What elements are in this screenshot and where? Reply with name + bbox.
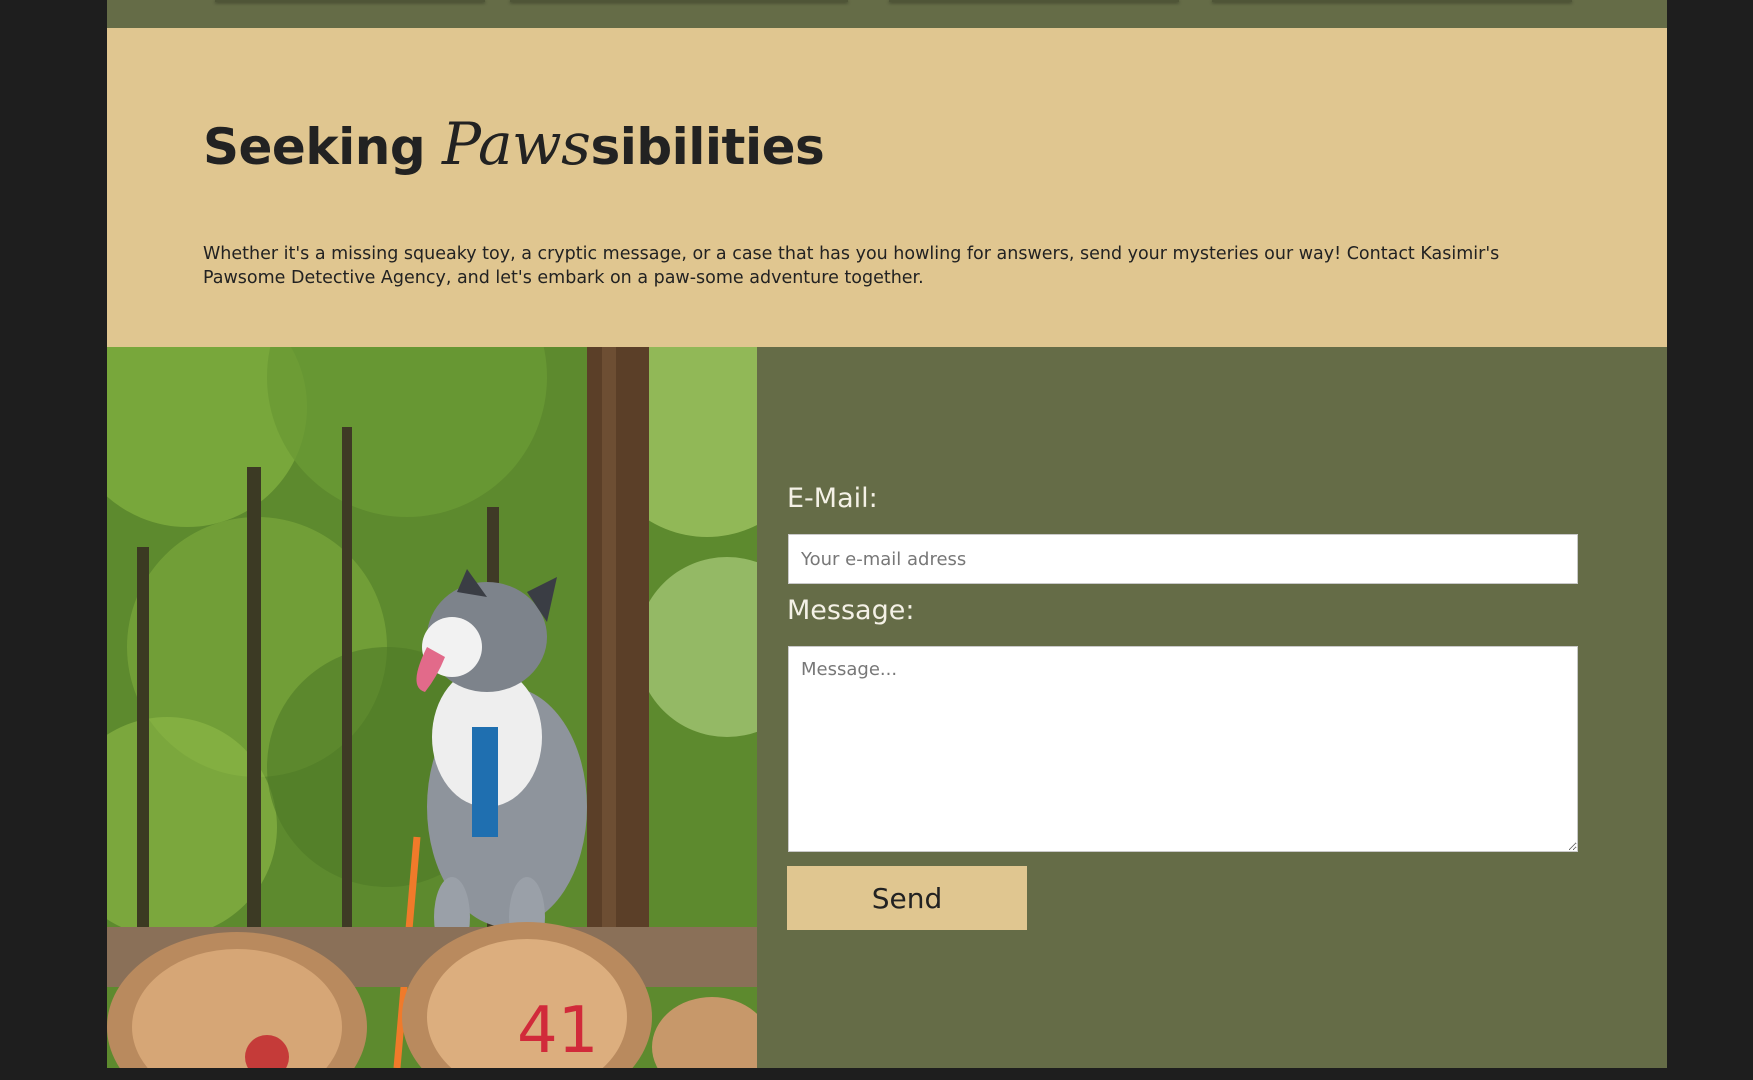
email-label: E-Mail:	[787, 483, 878, 514]
nav-tab[interactable]	[889, 0, 1179, 2]
title-part-before: Seeking	[203, 118, 443, 176]
message-label: Message:	[787, 595, 915, 626]
page: Seeking Pawssibilities Whether it's a mi…	[107, 0, 1667, 1068]
contact-form-panel: E-Mail: Message: Send	[757, 347, 1667, 1068]
nav-tab[interactable]	[1212, 0, 1572, 2]
nav-tab[interactable]	[510, 0, 848, 2]
message-textarea[interactable]	[788, 646, 1578, 852]
dog-photo-illustration: 41	[107, 347, 757, 1068]
top-nav-bar	[107, 0, 1667, 28]
send-button[interactable]: Send	[787, 866, 1027, 930]
intro-text: Whether it's a missing squeaky toy, a cr…	[203, 244, 1500, 288]
title-script-part: Paws	[442, 110, 591, 178]
nav-tab[interactable]	[215, 0, 485, 2]
title-part-after: sibilities	[590, 118, 825, 176]
email-input[interactable]	[788, 534, 1578, 584]
log-marking: 41	[517, 994, 598, 1068]
page-title: Seeking Pawssibilities	[203, 110, 825, 180]
hero-section: Seeking Pawssibilities Whether it's a mi…	[107, 28, 1667, 347]
dog-photo: 41	[107, 347, 757, 1068]
